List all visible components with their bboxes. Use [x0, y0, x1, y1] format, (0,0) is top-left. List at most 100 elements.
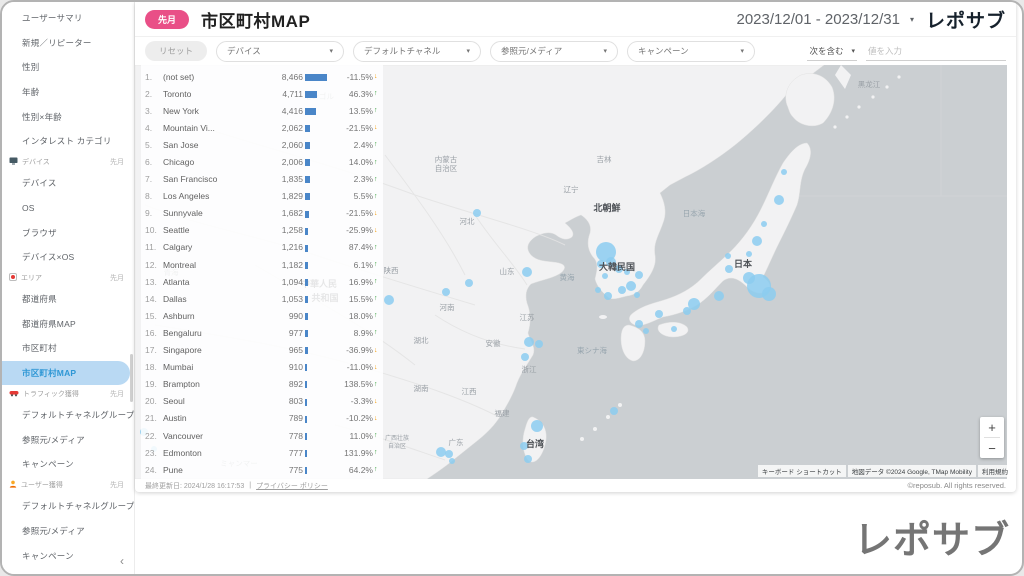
- map-bubble[interactable]: [535, 340, 543, 348]
- filter-value-input[interactable]: [866, 41, 1006, 61]
- sidebar-item-5[interactable]: インタレスト カテゴリ: [2, 129, 134, 154]
- sidebar-item-0[interactable]: ユーザーサマリ: [2, 6, 134, 31]
- sidebar-item-23[interactable]: キャンペーン: [2, 543, 134, 568]
- row-city: Atlanta: [159, 277, 267, 287]
- chevron-down-icon: ▾: [604, 47, 608, 55]
- sidebar-item-12[interactable]: 都道府県: [2, 287, 134, 312]
- filter-dropdown-1[interactable]: デフォルトチャネル▾: [353, 41, 481, 62]
- map-bubble[interactable]: [384, 295, 394, 305]
- table-row: 23.Edmonton777131.9%↑: [141, 444, 383, 461]
- map-bubble[interactable]: [524, 337, 534, 347]
- map-bubble[interactable]: [671, 326, 677, 332]
- arrow-up-icon: ↑: [373, 381, 383, 388]
- keyboard-shortcuts-link[interactable]: キーボード ショートカット: [758, 465, 846, 477]
- map-bubble[interactable]: [746, 251, 752, 257]
- row-city: Austin: [159, 413, 267, 423]
- map-bubble[interactable]: [725, 265, 733, 273]
- card-footer: 最終更新日: 2024/1/28 16:17:53 | プライバシー ポリシー …: [135, 479, 1016, 492]
- sidebar-item-21[interactable]: デフォルトチャネルグループ: [2, 494, 134, 519]
- sidebar-item-18[interactable]: 参照元/メディア: [2, 427, 134, 452]
- arrow-down-icon: ↓: [373, 124, 383, 131]
- map-bubble[interactable]: [714, 291, 724, 301]
- row-percent: -10.2%: [331, 413, 373, 423]
- map-bubble[interactable]: [761, 221, 767, 227]
- map-bubble[interactable]: [445, 450, 453, 458]
- map-bubble[interactable]: [602, 273, 608, 279]
- match-type-dropdown[interactable]: 次を含む ▾: [807, 41, 857, 61]
- arrow-up-icon: ↑: [373, 141, 383, 148]
- zoom-out-button[interactable]: −: [980, 438, 1004, 458]
- map-bubble[interactable]: [683, 307, 691, 315]
- row-city: Seoul: [159, 396, 267, 406]
- table-row: 2.Toronto4,71146.3%↑: [141, 85, 383, 102]
- map-bubble[interactable]: [524, 455, 532, 463]
- sidebar-item-7[interactable]: デバイス: [2, 171, 134, 196]
- sidebar-item-15[interactable]: 市区町村MAP: [2, 361, 130, 386]
- map-bubble[interactable]: [752, 236, 762, 246]
- sidebar-section-11: エリア先月: [2, 269, 134, 287]
- map-attribution: キーボード ショートカット地図データ ©2024 Google, TMap Mo…: [758, 465, 1012, 477]
- map-label: 自治区: [435, 163, 458, 173]
- map-bubble[interactable]: [522, 267, 532, 277]
- sidebar-item-8[interactable]: OS: [2, 196, 134, 221]
- map-bubble[interactable]: [743, 272, 755, 284]
- sidebar-item-13[interactable]: 都道府県MAP: [2, 312, 134, 337]
- map-bubble[interactable]: [635, 271, 643, 279]
- table-row: 21.Austin789-10.2%↓: [141, 410, 383, 427]
- map-bubble[interactable]: [595, 287, 601, 293]
- row-city: Mountain Vi...: [159, 123, 267, 133]
- sidebar-item-3[interactable]: 年齢: [2, 80, 134, 105]
- map-bubble[interactable]: [436, 447, 446, 457]
- map-bubble[interactable]: [725, 253, 731, 259]
- sidebar-collapse-icon[interactable]: ‹: [120, 554, 124, 568]
- map-bubble[interactable]: [635, 320, 643, 328]
- map-bubble[interactable]: [655, 310, 663, 318]
- row-value: 910: [267, 362, 303, 372]
- map-bubble[interactable]: [762, 287, 776, 301]
- map-bubble[interactable]: [634, 292, 640, 298]
- sidebar-section-6: デバイス先月: [2, 154, 134, 172]
- terms-link[interactable]: 利用規約: [978, 465, 1012, 477]
- map-label: 日本海: [683, 208, 706, 218]
- map-bubble[interactable]: [626, 281, 636, 291]
- map-bubble[interactable]: [473, 209, 481, 217]
- sidebar-item-10[interactable]: デバイス×OS: [2, 245, 134, 270]
- map-bubble[interactable]: [618, 286, 626, 294]
- sidebar-item-14[interactable]: 市区町村: [2, 336, 134, 361]
- map-bubble[interactable]: [774, 195, 784, 205]
- table-row: 5.San Jose2,0602.4%↑: [141, 136, 383, 153]
- sidebar-item-19[interactable]: キャンペーン: [2, 452, 134, 477]
- sidebar-item-1[interactable]: 新規／リピーター: [2, 31, 134, 56]
- date-range-picker[interactable]: 2023/12/01 - 2023/12/31 ▾: [736, 11, 914, 28]
- row-percent: 18.0%: [331, 311, 373, 321]
- area-pin-icon: [9, 273, 17, 283]
- map-bubble[interactable]: [449, 458, 455, 464]
- map-content: 黑龙江モンゴル内蒙古自治区吉林辽宁河北北朝鮮日本海大韓民国日本黄海陕西山东河南江…: [135, 65, 1016, 479]
- map-bubble[interactable]: [465, 279, 473, 287]
- map-bubble[interactable]: [610, 407, 618, 415]
- filter-dropdown-2[interactable]: 参照元/メディア▾: [490, 41, 618, 62]
- map-bubble[interactable]: [781, 169, 787, 175]
- zoom-in-button[interactable]: +: [980, 417, 1004, 437]
- row-value: 1,216: [267, 242, 303, 252]
- map-bubble[interactable]: [604, 292, 612, 300]
- privacy-policy-link[interactable]: プライバシー ポリシー: [256, 481, 328, 491]
- sidebar-item-22[interactable]: 参照元/メディア: [2, 519, 134, 544]
- map-bubble[interactable]: [442, 288, 450, 296]
- row-city: Calgary: [159, 242, 267, 252]
- row-value: 2,060: [267, 140, 303, 150]
- row-rank: 11.: [141, 242, 159, 252]
- sidebar-item-2[interactable]: 性別: [2, 55, 134, 80]
- map-bubble[interactable]: [643, 328, 649, 334]
- sidebar-item-17[interactable]: デフォルトチャネルグループ: [2, 403, 134, 428]
- filter-dropdown-3[interactable]: キャンペーン▾: [627, 41, 755, 62]
- map-bubble[interactable]: [521, 353, 529, 361]
- map-bubble[interactable]: [531, 420, 543, 432]
- filter-dropdown-0[interactable]: デバイス▾: [216, 41, 344, 62]
- reset-button[interactable]: リセット: [145, 41, 207, 61]
- sidebar-scrollbar[interactable]: [130, 354, 133, 402]
- sidebar-item-9[interactable]: ブラウザ: [2, 220, 134, 245]
- sidebar-item-4[interactable]: 性別×年齢: [2, 104, 134, 129]
- arrow-down-icon: ↓: [373, 73, 383, 80]
- table-row: 16.Bengaluru9778.9%↑: [141, 324, 383, 341]
